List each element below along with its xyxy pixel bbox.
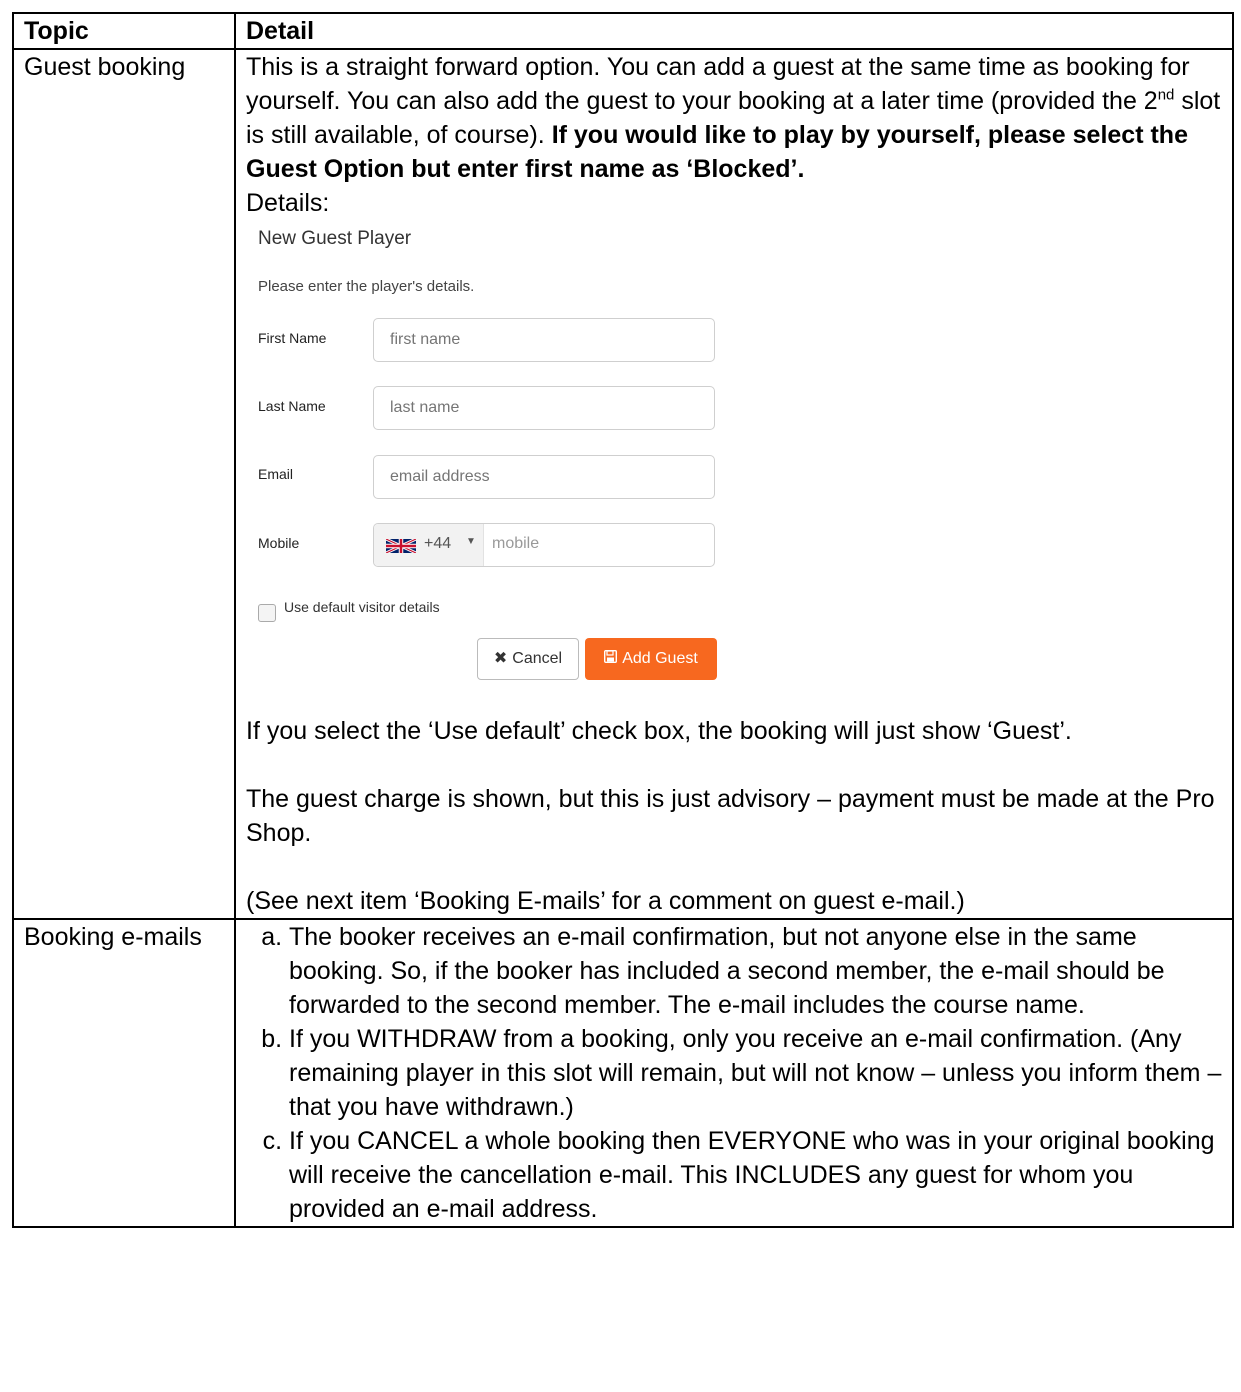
add-guest-button[interactable]: Add Guest [585, 638, 717, 680]
header-row: Topic Detail [12, 12, 1234, 50]
guest-booking-row: Guest booking This is a straight forward… [12, 48, 1234, 920]
list-item: If you WITHDRAW from a booking, only you… [289, 1022, 1222, 1124]
cancel-button[interactable]: ✖ Cancel [477, 638, 579, 680]
email-items-list: The booker receives an e-mail confirmati… [246, 920, 1222, 1226]
default-visitor-label: Use default visitor details [284, 599, 440, 615]
header-detail: Detail [234, 12, 1234, 50]
email-input[interactable] [373, 455, 715, 499]
mobile-field: +44 ▼ mobile [373, 523, 715, 567]
document-table: Topic Detail Guest booking This is a str… [12, 12, 1234, 1228]
guest-booking-topic: Guest booking [12, 48, 236, 920]
booking-emails-detail: The booker receives an e-mail confirmati… [234, 918, 1234, 1228]
booking-emails-row: Booking e-mails The booker receives an e… [12, 918, 1234, 1228]
list-item: The booker receives an e-mail confirmati… [289, 920, 1222, 1022]
mobile-label: Mobile [258, 535, 300, 551]
guest-intro-sup: nd [1157, 86, 1175, 104]
close-icon: ✖ [493, 650, 508, 667]
caret-down-icon: ▼ [466, 536, 476, 547]
guest-player-form: New Guest Player Please enter the player… [238, 220, 1222, 714]
note-email: (See next item ‘Booking E-mails’ for a c… [246, 887, 965, 915]
country-code: +44 [424, 535, 452, 552]
default-visitor-checkbox[interactable] [258, 604, 276, 622]
form-subtitle: Please enter the player's details. [258, 278, 475, 295]
email-label: Email [258, 466, 294, 482]
save-icon [604, 650, 618, 663]
guest-booking-detail: This is a straight forward option. You c… [234, 48, 1234, 920]
cancel-label: Cancel [512, 650, 563, 667]
first-name-label: First Name [258, 330, 327, 346]
guest-intro-text-1: This is a straight forward option. You c… [246, 53, 1190, 115]
mobile-input[interactable]: mobile [492, 535, 539, 553]
note-charge: The guest charge is shown, but this is j… [246, 785, 1215, 847]
details-label: Details: [246, 189, 330, 217]
add-guest-label: Add Guest [622, 650, 698, 667]
uk-flag-icon [386, 539, 416, 553]
first-name-input[interactable] [373, 318, 715, 362]
last-name-label: Last Name [258, 398, 326, 414]
last-name-input[interactable] [373, 386, 715, 430]
guest-intro: This is a straight forward option. You c… [246, 50, 1222, 186]
form-title: New Guest Player [258, 228, 412, 249]
note-default: If you select the ‘Use default’ check bo… [246, 717, 1072, 745]
list-item: If you CANCEL a whole booking then EVERY… [289, 1124, 1222, 1226]
country-code-dropdown[interactable]: +44 ▼ [374, 524, 484, 566]
header-topic: Topic [12, 12, 236, 50]
booking-emails-topic: Booking e-mails [12, 918, 236, 1228]
